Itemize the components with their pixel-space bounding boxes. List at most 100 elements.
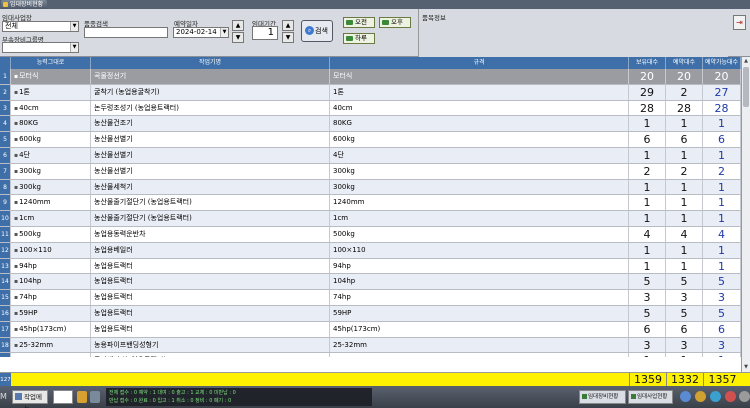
capacity-cell[interactable]: ▪300kg [11, 179, 91, 195]
capacity-cell[interactable]: ▪25-32mm [11, 337, 91, 353]
search-button[interactable]: ⌕ 검색 [301, 20, 333, 42]
spec-cell[interactable]: 1cm [330, 211, 629, 226]
spec-cell[interactable]: 600kg [330, 132, 629, 147]
owned-count-cell[interactable]: 1 [629, 242, 666, 258]
equipment-name-cell[interactable]: 농업용트랙터 [91, 258, 330, 274]
equipment-name-cell[interactable]: 굴착기 (농업용굴착기) [91, 84, 330, 100]
owned-count-cell[interactable]: 29 [629, 84, 666, 100]
owned-count-cell[interactable]: 20 [629, 69, 666, 84]
reserved-count-cell[interactable]: 20 [666, 69, 703, 84]
capacity-cell[interactable]: ▪100×110 [11, 242, 91, 258]
available-count-cell[interactable]: 4 [703, 226, 741, 242]
taskbar-window-business[interactable]: 임대사업현황 [628, 390, 673, 404]
equipment-name-cell[interactable]: 농산물줄기절단기 (농업용트랙터) [91, 195, 330, 211]
chevron-down-icon[interactable]: ▼ [70, 43, 78, 52]
reserved-count-cell[interactable]: 1 [666, 116, 703, 132]
table-row[interactable]: 11 ▪500kg 농업용동력운반차 500kg 4 4 4 [0, 226, 741, 243]
row-number[interactable]: 16 [0, 305, 11, 321]
available-count-cell[interactable]: 1 [703, 258, 741, 274]
tool-icon[interactable] [90, 391, 100, 403]
equipment-name-cell[interactable]: 농산물선별기 [91, 147, 330, 163]
exit-icon[interactable]: ⇥ [733, 15, 746, 30]
spec-cell[interactable]: 59HP [330, 305, 629, 321]
reserved-count-cell[interactable]: 3 [666, 290, 703, 305]
date-up-icon[interactable]: ▲ [232, 20, 244, 31]
period-up-icon[interactable]: ▲ [282, 20, 294, 31]
scroll-down-icon[interactable]: ▼ [742, 363, 750, 372]
calendar-dropdown-icon[interactable]: ▼ [220, 28, 228, 37]
equipment-name-cell[interactable]: 농산물세척기 [91, 179, 330, 195]
table-row[interactable]: 12 ▪100×110 농업용베일러 100×110 1 1 1 [0, 242, 741, 259]
table-row[interactable]: 17 ▪45hp(173cm) 농업용트랙터 45hp(173cm) 6 6 6 [0, 321, 741, 338]
equipment-name-cell[interactable]: 농업용트랙터 [91, 321, 330, 337]
chevron-down-icon[interactable]: ▼ [70, 22, 78, 31]
reserved-count-cell[interactable]: 1 [666, 195, 703, 211]
capacity-cell[interactable]: ▪1톤 [11, 84, 91, 100]
spec-cell[interactable]: 94hp [330, 258, 629, 274]
reserved-count-cell[interactable]: 6 [666, 132, 703, 147]
column-header[interactable]: 작업기명 [91, 57, 330, 69]
table-row[interactable]: 3 ▪40cm 논두렁조성기 (농업용트랙터) 40cm 28 28 28 [0, 100, 741, 117]
capacity-cell[interactable]: ▪40cm [11, 100, 91, 116]
period-down-icon[interactable]: ▼ [282, 32, 294, 43]
row-number[interactable]: 1 [0, 69, 11, 84]
allday-button[interactable]: 하루 [343, 33, 375, 44]
table-row[interactable]: 14 ▪104hp 농업용트랙터 104hp 5 5 5 [0, 274, 741, 291]
capacity-cell[interactable]: ▪500kg [11, 226, 91, 242]
spec-cell[interactable]: 4단 [330, 147, 629, 163]
equipment-name-cell[interactable]: 농용파이프밴딩성형기 [91, 337, 330, 353]
owned-count-cell[interactable]: 5 [629, 274, 666, 290]
row-number[interactable]: 3 [0, 100, 11, 116]
reserved-count-cell[interactable]: 1 [666, 147, 703, 163]
capacity-cell[interactable]: ▪104hp [11, 274, 91, 290]
row-number[interactable]: 6 [0, 147, 11, 163]
equipment-name-cell[interactable]: 농업용동력운반차 [91, 226, 330, 242]
row-number[interactable]: 15 [0, 290, 11, 305]
available-count-cell[interactable]: 5 [703, 305, 741, 321]
capacity-cell[interactable]: ▪1240mm [11, 195, 91, 211]
capacity-cell[interactable]: ▪59HP [11, 305, 91, 321]
reserved-count-cell[interactable]: 1 [666, 258, 703, 274]
row-number[interactable]: 11 [0, 226, 11, 242]
equipment-name-cell[interactable]: 논두렁조성기 (농업용트랙터) [91, 100, 330, 116]
folder-icon[interactable] [77, 391, 87, 403]
network-icon[interactable] [680, 391, 691, 402]
available-count-cell[interactable]: 1 [703, 211, 741, 226]
date-field[interactable]: 2024-02-14 ▼ [173, 27, 229, 38]
reserved-count-cell[interactable]: 3 [666, 337, 703, 353]
available-count-cell[interactable]: 1 [703, 179, 741, 195]
available-count-cell[interactable]: 2 [703, 163, 741, 179]
capacity-cell[interactable]: ▪94hp [11, 258, 91, 274]
row-number[interactable]: 10 [0, 211, 11, 226]
owned-count-cell[interactable]: 1 [629, 116, 666, 132]
owned-count-cell[interactable]: 28 [629, 100, 666, 116]
table-row[interactable]: 5 ▪600kg 농산물선별기 600kg 6 6 6 [0, 132, 741, 148]
capacity-cell[interactable]: ▪74hp [11, 290, 91, 305]
available-count-cell[interactable]: 20 [703, 69, 741, 84]
spec-cell[interactable]: 모터식 [330, 69, 629, 84]
am-button[interactable]: 오전 [343, 17, 375, 28]
equipment-name-cell[interactable]: 곡물정선기 [91, 69, 330, 84]
period-input[interactable]: 1 [252, 26, 278, 40]
column-header[interactable]: 예약대수 [666, 57, 703, 69]
reserved-count-cell[interactable]: 1 [666, 242, 703, 258]
equipment-name-cell[interactable]: 농업용트랙터 [91, 290, 330, 305]
spec-cell[interactable]: 40cm [330, 100, 629, 116]
owned-count-cell[interactable]: 1 [629, 179, 666, 195]
dept-select[interactable]: ▼ [2, 42, 79, 53]
scroll-up-icon[interactable]: ▲ [742, 57, 750, 66]
row-number[interactable]: 4 [0, 116, 11, 132]
owned-count-cell[interactable]: 4 [629, 226, 666, 242]
table-row[interactable]: 13 ▪94hp 농업용트랙터 94hp 1 1 1 [0, 258, 741, 275]
available-count-cell[interactable]: 1 [703, 147, 741, 163]
spec-cell[interactable]: 300kg [330, 163, 629, 179]
reserved-count-cell[interactable]: 1 [666, 211, 703, 226]
table-row[interactable]: 8 ▪300kg 농산물세척기 300kg 1 1 1 [0, 179, 741, 196]
reserved-count-cell[interactable]: 5 [666, 274, 703, 290]
owned-count-cell[interactable]: 1 [629, 211, 666, 226]
owned-count-cell[interactable]: 2 [629, 163, 666, 179]
available-count-cell[interactable]: 1 [703, 242, 741, 258]
table-row[interactable]: 9 ▪1240mm 농산물줄기절단기 (농업용트랙터) 1240mm 1 1 1 [0, 195, 741, 212]
spec-cell[interactable]: 74hp [330, 290, 629, 305]
column-header[interactable]: 보유대수 [629, 57, 666, 69]
